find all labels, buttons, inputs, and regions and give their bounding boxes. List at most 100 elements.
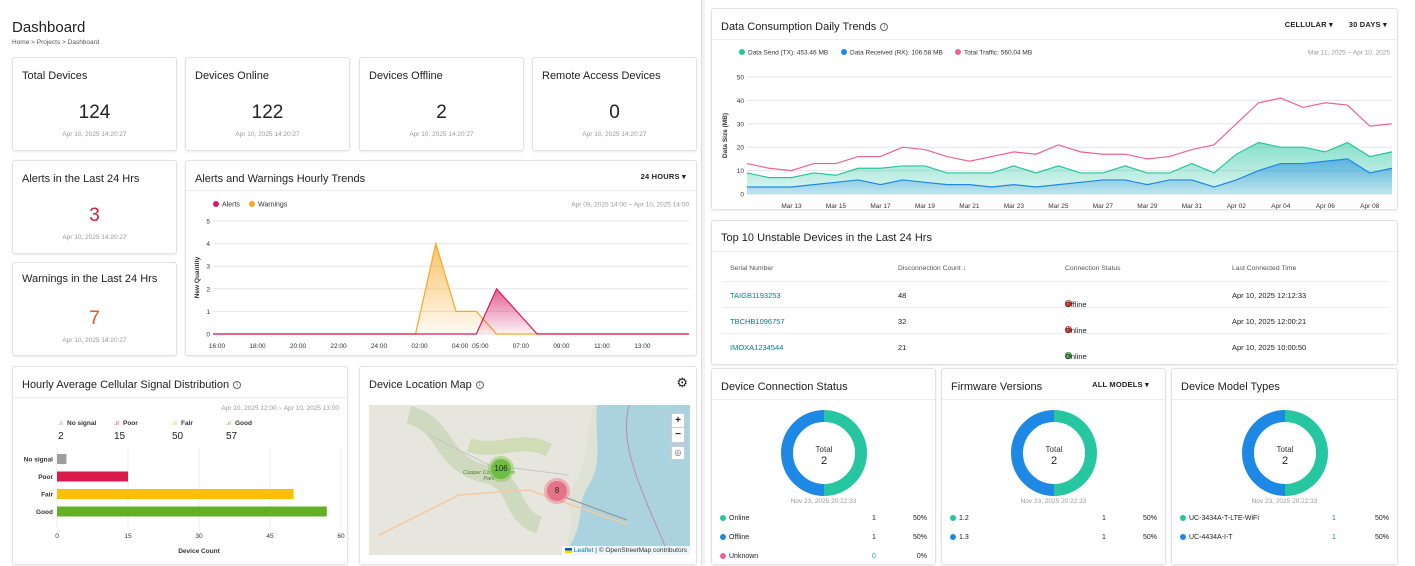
legend-pct: 50% (912, 515, 927, 522)
network-filter-dropdown[interactable]: CELLULAR ▾ (1285, 20, 1333, 29)
disconnection-count: 48 (898, 291, 907, 300)
zoom-in-button[interactable]: + (672, 414, 684, 428)
table-row[interactable]: IMOXA1234544 21 ✓ Online Apr 10, 2025 10… (722, 334, 1389, 361)
legend-row[interactable]: UC-4434A-I-T 1 50% (1180, 534, 1389, 546)
card-title-text: Hourly Average Cellular Signal Distribut… (22, 379, 230, 391)
timestamp: Apr 10, 2025 14:20:27 (62, 131, 127, 138)
locate-icon[interactable]: ◎ (671, 446, 685, 460)
serial-link[interactable]: IMOXA1234544 (730, 343, 783, 352)
summary-value: 15 (114, 431, 126, 442)
column-header[interactable]: Connection Status (1065, 265, 1121, 272)
serial-link[interactable]: TBCHB1096757 (730, 317, 785, 326)
donut-center-label: Total (816, 445, 833, 454)
legend-row[interactable]: 1.2 1 50% (950, 515, 1157, 527)
table-row[interactable]: TAIGB1193253 48 ✕ Offline Apr 10, 2025 1… (722, 282, 1389, 309)
total-devices-card[interactable]: Total Devices 124 Apr 10, 2025 14:20:27 (12, 57, 177, 151)
remote-access-card[interactable]: Remote Access Devices 0 Apr 10, 2025 14:… (532, 57, 697, 151)
status-text: Online (1065, 352, 1087, 361)
x-tick-label: 05:00 (472, 343, 489, 350)
cluster-marker-green[interactable]: 106 (488, 456, 514, 482)
timestamp: Nov 23, 2025 20:22:33 (1020, 498, 1087, 505)
table-row[interactable]: TBCHB1096757 32 ✕ Online Apr 10, 2025 12… (722, 308, 1389, 335)
x-tick-label: Apr 08 (1360, 203, 1380, 210)
info-icon[interactable]: i (475, 381, 484, 390)
timestamp: Nov 23, 2025 20:22:33 (790, 498, 857, 505)
legend-row[interactable]: Unknown 0 0% (720, 553, 927, 565)
x-tick-label: 07:00 (513, 343, 530, 350)
disconnection-count: 32 (898, 317, 907, 326)
signal-icon: .ıl (58, 421, 63, 427)
model-types-card: Device Model Types Total 2 Nov 23, 2025 2… (1171, 368, 1398, 565)
page-title: Dashboard (12, 19, 86, 36)
legend-label: Alerts (222, 202, 240, 209)
model-filter-dropdown[interactable]: ALL MODELS ▾ (1092, 380, 1149, 389)
x-tick-label: 02:00 (411, 343, 428, 350)
map-view[interactable]: Cooper Conservation Park 106 8 + − ◎ Lea… (369, 405, 690, 555)
legend-row[interactable]: Offline 1 50% (720, 534, 927, 546)
legend-count: 1 (872, 515, 876, 522)
summary-label: Poor (123, 420, 138, 427)
map-tiles (369, 405, 690, 555)
x-tick-label: Mar 17 (870, 203, 891, 210)
signal-bar-chart: Apr 10, 2025 12:00 ~ Apr 10, 2025 13:00.… (24, 405, 345, 555)
map-card: Device Location Mapi ⚙ Cooper Conservati… (359, 366, 697, 565)
serial-link[interactable]: TAIGB1193253 (730, 291, 781, 300)
legend-dot-warnings (249, 201, 255, 207)
summary-label: Fair (181, 420, 193, 427)
stat-value: 124 (78, 102, 111, 123)
leaflet-link[interactable]: Leaflet (574, 547, 594, 554)
y-tick-label: 50 (737, 75, 745, 82)
card-title-text: Data Consumption Daily Trends (721, 21, 877, 33)
flag-icon (565, 547, 573, 553)
y-tick-label: 1 (206, 309, 210, 316)
devices-online-card[interactable]: Devices Online 122 Apr 10, 2025 14:20:27 (185, 57, 350, 151)
time-range-dropdown[interactable]: 24 HOURS ▾ (641, 172, 686, 181)
card-title: Firmware Versions (951, 381, 1043, 393)
x-axis-label: Device Count (178, 548, 220, 555)
legend-row[interactable]: 1.3 1 50% (950, 534, 1157, 546)
breadcrumb[interactable]: Home > Projects > Dashboard (12, 39, 99, 46)
unstable-table: Serial Number Disconnection Count ↓ Conn… (722, 254, 1389, 366)
info-icon[interactable]: i (233, 381, 242, 390)
legend-pct: 50% (1142, 534, 1157, 541)
x-tick-label: 13:00 (634, 343, 651, 350)
timestamp: Apr 10, 2025 14:20:27 (582, 131, 647, 138)
disconnection-count: 21 (898, 343, 907, 352)
y-category-label: Poor (38, 474, 53, 481)
info-icon[interactable]: i (880, 23, 889, 32)
column-header[interactable]: Last Connected Time (1232, 265, 1296, 272)
legend-pct: 50% (1374, 515, 1389, 522)
card-title: Hourly Average Cellular Signal Distribut… (22, 379, 242, 391)
donut-center-value: 2 (821, 455, 827, 467)
legend-row[interactable]: UC-3434A-T-LTE-WiFi 1 50% (1180, 515, 1389, 527)
firmware-donut: Total2 (1011, 410, 1097, 496)
card-title: Devices Offline (369, 70, 443, 82)
x-tick-label: 04:00 (452, 343, 469, 350)
devices-offline-card[interactable]: Devices Offline 2 Apr 10, 2025 14:20:27 (359, 57, 524, 151)
last-connected: Apr 10, 2025 10:00:50 (1232, 343, 1307, 352)
gear-icon[interactable]: ⚙ (676, 375, 688, 391)
bar-fair (57, 489, 294, 499)
x-tick-label: Apr 02 (1227, 203, 1247, 210)
card-title: Data Consumption Daily Trends i (721, 21, 889, 33)
x-tick-label: Mar 13 (781, 203, 802, 210)
zoom-out-button[interactable]: − (672, 428, 684, 442)
cluster-count: 106 (491, 459, 511, 479)
warnings-card[interactable]: Warnings in the Last 24 Hrs 7 Apr 10, 20… (12, 262, 177, 356)
y-tick-label: 0 (740, 192, 744, 199)
divider (712, 251, 1397, 252)
timestamp: Apr 10, 2025 14:20:27 (62, 234, 127, 241)
column-header[interactable]: Serial Number (730, 265, 773, 272)
y-category-label: Fair (41, 492, 53, 499)
legend-dot (950, 534, 956, 541)
timestamp: Apr 10, 2025 14:20:27 (235, 131, 300, 138)
alerts-card[interactable]: Alerts in the Last 24 Hrs 3 Apr 10, 2025… (12, 160, 177, 254)
cluster-marker-red[interactable]: 8 (544, 478, 570, 504)
bar-good (57, 506, 327, 517)
time-range-dropdown[interactable]: 30 DAYS ▾ (1349, 20, 1387, 29)
timestamp: Nov 23, 2025 20:22:33 (1251, 498, 1318, 505)
x-tick-label: Mar 23 (1004, 203, 1025, 210)
legend-row[interactable]: Online 1 50% (720, 515, 927, 527)
column-header-sort[interactable]: Disconnection Count ↓ (898, 265, 966, 272)
osm-attribution: | © OpenStreetMap contributors (595, 547, 687, 554)
